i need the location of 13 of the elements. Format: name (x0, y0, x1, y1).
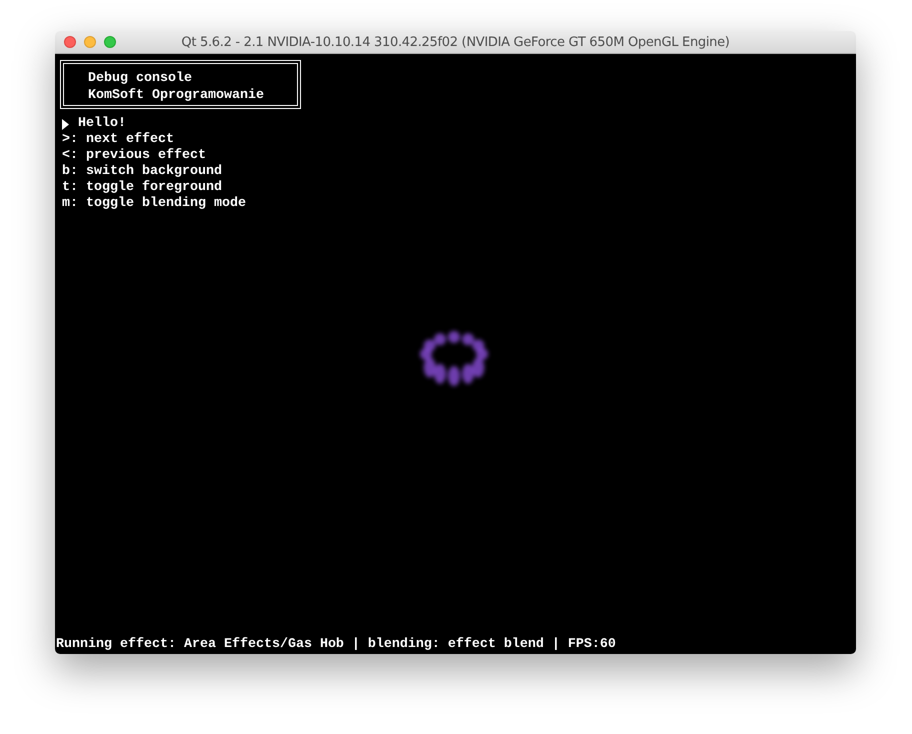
maximize-button[interactable] (104, 36, 116, 48)
close-button[interactable] (64, 36, 76, 48)
minimize-button[interactable] (84, 36, 96, 48)
status-text: Running effect: Area Effects/Gas Hob | blending: effect blend | FPS:60 (55, 637, 617, 654)
menu-item[interactable]: >: next effect (62, 132, 174, 148)
menu-item[interactable]: <: previous effect (62, 148, 206, 164)
menu-item[interactable]: m: toggle blending mode (62, 196, 246, 212)
header-text: Debug console (88, 70, 193, 87)
menu-item[interactable]: Hello! (78, 116, 126, 132)
header-text: KomSoft Oprogramowanie (88, 87, 265, 104)
menu-item[interactable]: t: toggle foreground (62, 180, 222, 196)
menu-item[interactable]: b: switch background (62, 164, 222, 180)
window-title: Qt 5.6.2 - 2.1 NVIDIA-10.10.14 310.42.25f02 (NVIDIA GeForce GT 650M OpenGL Engine) (180, 34, 731, 50)
